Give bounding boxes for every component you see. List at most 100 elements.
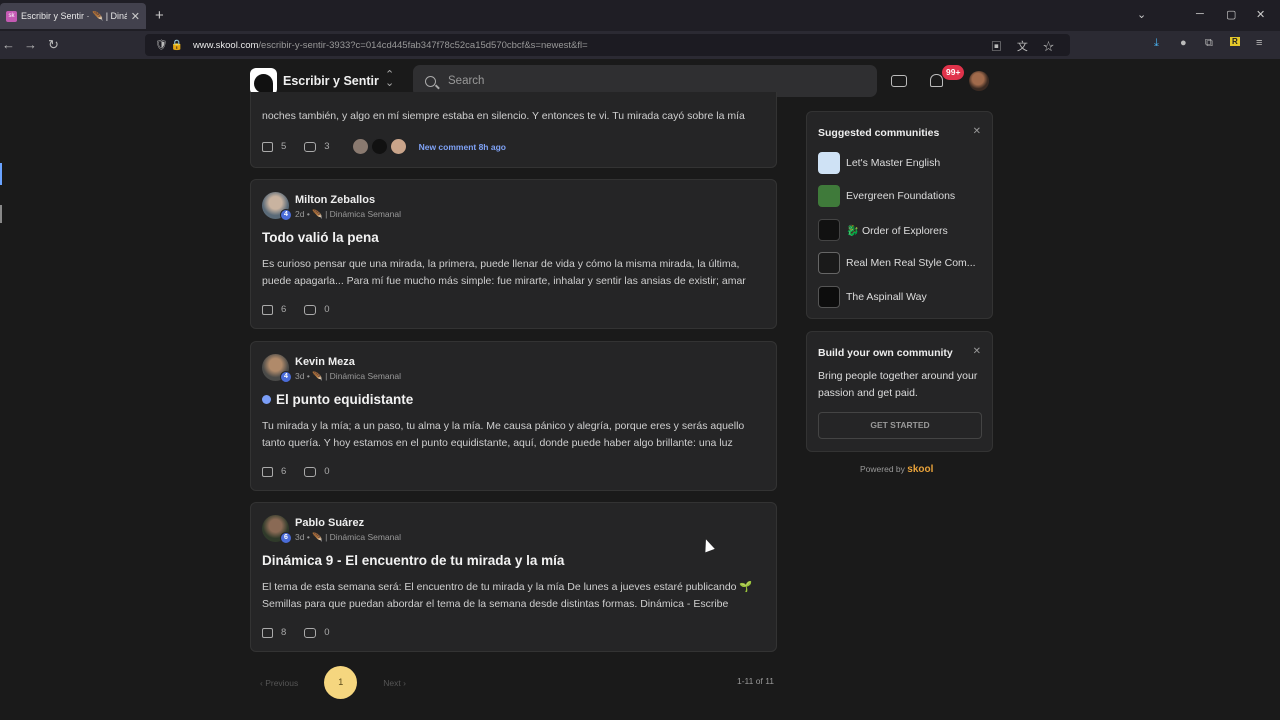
community-icon: [818, 152, 840, 174]
next-page-button[interactable]: Next ›: [383, 678, 406, 688]
like-icon[interactable]: [262, 627, 273, 638]
post-body: Es curioso pensar que una mirada, la pri…: [262, 258, 746, 287]
switcher-chevron-icon[interactable]: ⌃ ⌄: [385, 70, 394, 89]
post-title-text: El punto equidistante: [276, 392, 414, 407]
post-author[interactable]: Pablo Suárez: [295, 517, 364, 529]
community-icon: [818, 185, 840, 207]
extension-r-icon[interactable]: R: [1230, 37, 1240, 46]
powered-by-label: Powered by: [860, 464, 905, 474]
community-logo[interactable]: [250, 68, 277, 95]
menu-icon[interactable]: ≡: [1256, 37, 1262, 49]
left-rail-indicator: [0, 205, 2, 223]
search-icon: [425, 75, 436, 87]
maximize-icon[interactable]: ▢: [1226, 8, 1236, 21]
like-icon[interactable]: [262, 141, 273, 152]
reload-icon[interactable]: ↻: [48, 37, 59, 53]
like-icon[interactable]: [262, 466, 273, 477]
like-icon[interactable]: [262, 304, 273, 315]
community-name: 🐉 Order of Explorers: [846, 224, 948, 237]
post-meta: 2d • 🪶 | Dinámica Semanal: [295, 209, 402, 219]
comment-icon[interactable]: [304, 141, 317, 152]
community-icon: [818, 219, 840, 241]
post-actions: 5 3 New comment 8h ago: [262, 138, 506, 155]
comment-icon[interactable]: [304, 627, 317, 638]
community-item[interactable]: 🐉 Order of Explorers: [818, 219, 948, 241]
window-close-icon[interactable]: ✕: [1256, 8, 1265, 21]
avatar: [389, 138, 407, 155]
post-actions: 6 0: [262, 304, 330, 315]
community-item[interactable]: Real Men Real Style Com...: [818, 252, 976, 274]
post-card[interactable]: 4 Milton Zeballos 2d • 🪶 | Dinámica Sema…: [250, 179, 777, 329]
post-body: Tu mirada y la mía; a un paso, tu alma y…: [262, 420, 745, 449]
level-badge: 4: [280, 209, 292, 221]
community-item[interactable]: The Aspinall Way: [818, 286, 927, 308]
new-tab-icon[interactable]: +: [155, 7, 164, 24]
community-name[interactable]: Escribir y Sentir: [283, 74, 379, 88]
post-card[interactable]: 6 Pablo Suárez 3d • 🪶 | Dinámica Semanal…: [250, 502, 777, 652]
post-author[interactable]: Kevin Meza: [295, 356, 355, 368]
powered-by[interactable]: Powered by skool: [860, 464, 933, 475]
unread-dot-icon: [262, 395, 271, 404]
post-card[interactable]: noches también, y algo en mí siempre est…: [250, 92, 777, 168]
pagination: ‹ Previous 1 Next ›: [260, 666, 406, 699]
community-name: Evergreen Foundations: [846, 190, 956, 202]
post-title[interactable]: Todo valió la pena: [262, 230, 379, 245]
post-title[interactable]: El punto equidistante: [262, 392, 413, 407]
lock-icon: 🛡 🔒: [155, 39, 183, 51]
get-started-button[interactable]: GET STARTED: [818, 412, 982, 439]
post-actions: 8 0: [262, 627, 330, 638]
close-icon[interactable]: ✕: [131, 10, 140, 23]
page-content: Escribir y Sentir ⌃⌄ 99+ noches también,…: [0, 59, 1280, 720]
forward-icon[interactable]: →: [24, 37, 37, 52]
build-community-title: Build your own community: [818, 347, 953, 359]
community-icon: [818, 286, 840, 308]
browser-tab[interactable]: sk Escribir y Sentir · 🪶 | Dinámica ✕: [0, 3, 146, 29]
address-bar[interactable]: 🛡 🔒 www.skool.com /escribir-y-sentir-393…: [145, 34, 1070, 56]
community-name: Let's Master English: [846, 157, 941, 169]
notification-badge: 99+: [942, 65, 965, 80]
tab-title: Escribir y Sentir · 🪶 | Dinámica: [21, 10, 127, 21]
avatar: [351, 138, 369, 155]
community-icon: [818, 252, 840, 274]
post-meta: 3d • 🪶 | Dinámica Semanal: [295, 371, 402, 381]
minimize-icon[interactable]: ─: [1196, 8, 1204, 20]
suggested-communities-card: Suggested communities ✕ Let's Master Eng…: [806, 111, 993, 319]
post-card[interactable]: 4 Kevin Meza 3d • 🪶 | Dinámica Semanal E…: [250, 341, 777, 491]
like-count: 6: [281, 466, 287, 477]
community-item[interactable]: Let's Master English: [818, 152, 940, 174]
like-count: 5: [281, 141, 287, 152]
close-icon[interactable]: ✕: [973, 346, 981, 357]
chevron-down-icon[interactable]: ⌄: [1137, 8, 1146, 21]
extension-icon[interactable]: ●: [1180, 37, 1187, 49]
community-name: Real Men Real Style Com...: [846, 257, 976, 269]
avatar[interactable]: [969, 71, 989, 91]
bell-icon[interactable]: [930, 74, 943, 87]
url-path: /escribir-y-sentir-3933?c=014cd445fab347…: [258, 39, 588, 51]
chat-icon[interactable]: [891, 75, 907, 87]
close-icon[interactable]: ✕: [973, 126, 981, 137]
post-actions: 6 0: [262, 466, 330, 477]
commenter-avatars: [351, 138, 409, 155]
search-input[interactable]: [448, 75, 848, 87]
previous-page-button[interactable]: ‹ Previous: [260, 678, 298, 688]
suggested-communities-title: Suggested communities: [818, 127, 940, 139]
post-author[interactable]: Milton Zeballos: [295, 194, 375, 206]
build-community-card: Build your own community ✕ Bring people …: [806, 331, 993, 452]
left-rail-indicator: [0, 163, 2, 185]
comment-icon[interactable]: [304, 466, 317, 477]
post-title[interactable]: Dinámica 9 - El encuentro de tu mirada y…: [262, 553, 564, 568]
new-comment-link[interactable]: New comment 8h ago: [419, 142, 506, 152]
download-icon[interactable]: ⤓: [1154, 37, 1159, 50]
back-icon[interactable]: ←: [2, 37, 15, 52]
bookmark-star-icon[interactable]: ▣ 文 ☆: [991, 38, 1060, 54]
community-item[interactable]: Evergreen Foundations: [818, 185, 955, 207]
level-badge: 4: [280, 371, 292, 383]
comment-icon[interactable]: [304, 304, 317, 315]
page-number-button[interactable]: 1: [324, 666, 358, 699]
post-title-text: Dinámica 9 - El encuentro de tu mirada y…: [262, 553, 565, 568]
puzzle-icon[interactable]: ⧉: [1205, 37, 1213, 50]
comment-count: 0: [324, 466, 330, 477]
post-body: noches también, y algo en mí siempre est…: [262, 110, 745, 122]
results-range: 1-11 of 11: [737, 676, 775, 686]
like-count: 8: [281, 627, 287, 638]
